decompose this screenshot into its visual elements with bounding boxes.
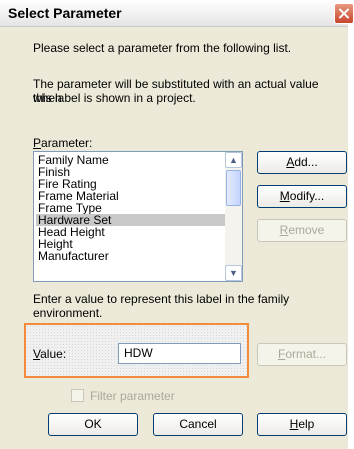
remove-button-rest: emove [288,223,325,237]
scroll-down-icon[interactable]: ▼ [225,265,242,281]
intro-text-line1: Please select a parameter from the follo… [33,41,292,55]
dialog-title: Select Parameter [8,5,122,21]
parameter-label: Parameter: [33,136,92,150]
intro-text-line3: this label is shown in a project. [33,91,196,105]
filter-parameter-checkbox[interactable] [71,389,84,402]
ok-button[interactable]: OK [48,413,138,436]
scroll-thumb[interactable] [226,170,241,206]
modify-button-rest: odify... [289,189,325,203]
parameter-label-key: P [33,136,42,150]
close-icon[interactable] [334,3,354,24]
list-item[interactable]: Manufacturer [36,250,226,262]
value-label-rest: alue: [40,347,67,361]
parameter-list[interactable]: Family Name Finish Fire Rating Frame Mat… [33,151,243,282]
scroll-up-icon[interactable]: ▲ [225,152,242,168]
format-button[interactable]: Format... [257,343,347,366]
help-button-rest: elp [298,417,315,431]
list-scrollbar[interactable]: ▲ ▼ [225,152,242,281]
value-hint-text: Enter a value to represent this label in… [33,292,290,320]
parameter-label-rest: arameter: [41,136,93,150]
format-button-rest: ormat... [285,347,327,361]
remove-button[interactable]: Remove [257,219,347,242]
add-button[interactable]: Add... [257,151,347,174]
select-parameter-dialog: Select Parameter Please select a paramet… [0,0,354,449]
modify-button-key: M [279,189,290,203]
modify-button[interactable]: Modify... [257,185,347,208]
remove-button-key: R [279,223,289,237]
cancel-button[interactable]: Cancel [153,413,243,436]
add-button-rest: dd... [294,155,318,169]
value-input[interactable]: HDW [118,343,241,364]
filter-parameter-label: Filter parameter [90,389,175,403]
value-label: Value: [33,347,66,361]
title-bar[interactable]: Select Parameter [0,0,354,27]
help-button[interactable]: Help [257,413,347,436]
